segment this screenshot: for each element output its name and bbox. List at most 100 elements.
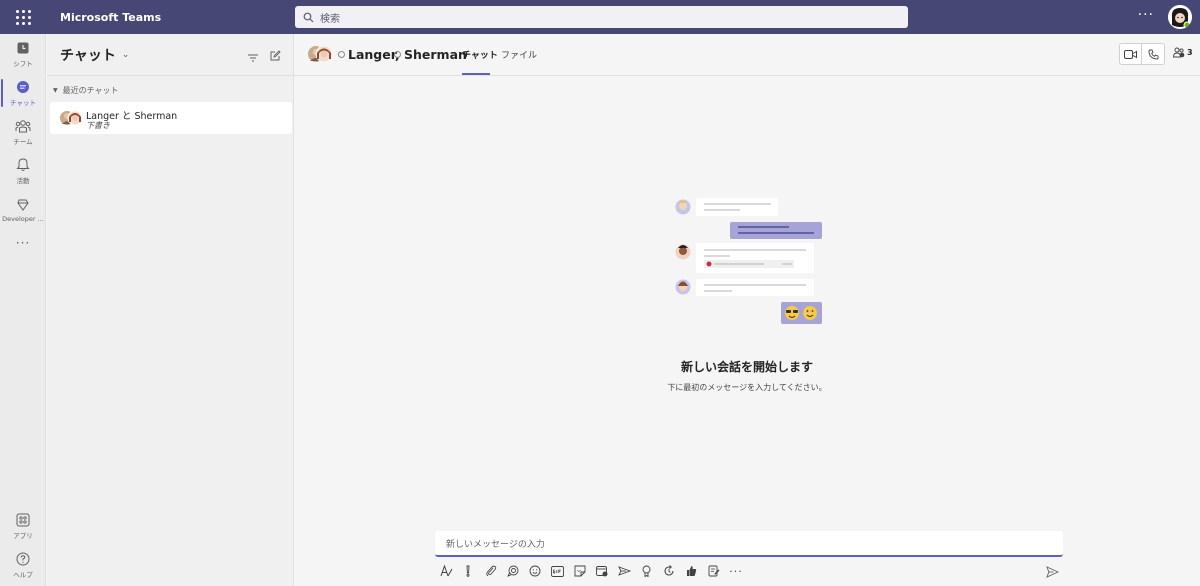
refresh-icon bbox=[664, 565, 674, 576]
participant-sherman[interactable]: Sherman bbox=[394, 47, 467, 62]
updates-button[interactable] bbox=[658, 562, 680, 580]
chat-icon bbox=[17, 80, 29, 93]
top-bar: Microsoft Teams 検索 ··· bbox=[0, 0, 1200, 34]
sticker-button[interactable] bbox=[569, 562, 591, 580]
presence-icon bbox=[394, 51, 401, 58]
schedule-meeting-button[interactable] bbox=[591, 562, 613, 580]
stream-icon bbox=[618, 566, 632, 576]
format-button[interactable] bbox=[435, 562, 457, 580]
stream-button[interactable] bbox=[613, 562, 635, 580]
user-avatar[interactable] bbox=[1168, 5, 1192, 29]
waffle-icon bbox=[15, 9, 31, 25]
help-icon bbox=[16, 552, 30, 565]
audio-call-button[interactable] bbox=[1142, 44, 1164, 64]
rail-label-teams: チーム bbox=[13, 137, 33, 146]
developer-icon bbox=[17, 199, 29, 211]
empty-chat-illustration bbox=[675, 198, 822, 324]
phone-icon bbox=[1148, 49, 1158, 59]
rail-label-developer: Developer ... bbox=[2, 214, 44, 223]
collapse-triangle-icon: ▼ bbox=[53, 87, 58, 94]
message-input-placeholder: 新しいメッセージの入力 bbox=[446, 539, 545, 550]
video-camera-icon bbox=[1124, 49, 1137, 59]
participant-count: 3 bbox=[1187, 48, 1193, 57]
notes-button[interactable] bbox=[703, 562, 725, 580]
filter-button[interactable] bbox=[247, 48, 259, 67]
more-apps-button[interactable]: ··· bbox=[0, 236, 46, 250]
search-icon bbox=[303, 12, 314, 22]
rail-item-apps[interactable]: アプリ bbox=[0, 508, 46, 544]
rail-item-help[interactable]: ヘルプ bbox=[0, 547, 46, 583]
format-icon bbox=[440, 565, 453, 577]
rail-item-developer[interactable]: Developer ... bbox=[0, 192, 46, 228]
empty-state-subtitle: 下に最初のメッセージを入力してください。 bbox=[667, 383, 827, 392]
rail-item-activity[interactable]: 活動 bbox=[0, 153, 46, 189]
rail-label-apps: アプリ bbox=[13, 531, 33, 540]
group-avatar bbox=[308, 43, 333, 65]
chevron-down-icon[interactable]: ⌄ bbox=[122, 50, 130, 60]
rail-item-chat[interactable]: チャット bbox=[0, 75, 46, 111]
calendar-icon bbox=[596, 566, 608, 577]
empty-state-title: 新しい会話を開始します bbox=[680, 360, 813, 374]
send-button[interactable] bbox=[1046, 563, 1060, 582]
attach-button[interactable] bbox=[480, 562, 502, 580]
active-tab-indicator bbox=[462, 73, 490, 75]
rail-item-teams[interactable]: チーム bbox=[0, 114, 46, 150]
paperclip-icon bbox=[486, 565, 496, 577]
rail-item-shifts[interactable]: シフト bbox=[0, 36, 46, 72]
compose-icon bbox=[270, 50, 281, 61]
search-placeholder: 検索 bbox=[320, 13, 340, 25]
search-input[interactable]: 検索 bbox=[295, 6, 908, 28]
section-recent-chats[interactable]: ▼ 最近のチャット bbox=[53, 85, 119, 96]
message-input[interactable]: 新しいメッセージの入力 bbox=[435, 531, 1063, 557]
emoji-button[interactable] bbox=[524, 562, 546, 580]
chat-list-item[interactable]: Langer と Sherman 下書き bbox=[50, 102, 292, 134]
shifts-icon bbox=[17, 42, 29, 53]
filter-icon bbox=[248, 54, 258, 62]
approvals-icon bbox=[687, 566, 697, 576]
sticker-icon bbox=[574, 565, 586, 577]
people-icon bbox=[1173, 47, 1185, 58]
chat-list-pane: チャット ⌄ ▼ 最近のチャット Langer と Sherman 下書き bbox=[47, 34, 294, 586]
rail-label-chat: チャット bbox=[10, 98, 36, 107]
app-rail: シフト チャット チーム 活動 Developer ... ··· アプリ ヘル… bbox=[0, 34, 46, 586]
participant-langer[interactable]: Langer, bbox=[338, 47, 400, 62]
group-avatar bbox=[60, 108, 83, 128]
bell-icon bbox=[16, 158, 30, 171]
presence-icon bbox=[338, 51, 345, 58]
app-title: Microsoft Teams bbox=[60, 10, 162, 24]
chat-item-preview: 下書き bbox=[86, 121, 110, 130]
participants-button[interactable]: 3 bbox=[1173, 47, 1193, 58]
settings-more-button[interactable]: ··· bbox=[1138, 8, 1154, 22]
notes-icon bbox=[708, 565, 720, 577]
rail-label-shifts: シフト bbox=[13, 59, 33, 68]
chat-list-title[interactable]: チャット bbox=[60, 45, 116, 65]
rail-label-help: ヘルプ bbox=[13, 570, 33, 579]
new-chat-button[interactable] bbox=[269, 47, 281, 66]
tab-chat[interactable]: チャット bbox=[462, 48, 498, 61]
praise-button[interactable] bbox=[636, 562, 658, 580]
more-icon: ··· bbox=[729, 564, 743, 578]
rail-label-activity: 活動 bbox=[16, 177, 30, 185]
approvals-button[interactable] bbox=[680, 562, 702, 580]
participant-name: Sherman bbox=[404, 47, 467, 62]
praise-icon bbox=[642, 565, 651, 577]
video-call-button[interactable] bbox=[1120, 44, 1142, 64]
gif-icon bbox=[551, 565, 565, 577]
conversation-pane: Langer, Sherman チャット ファイル 3 新しい会話を開始します … bbox=[294, 34, 1200, 586]
call-buttons bbox=[1119, 43, 1165, 65]
send-icon bbox=[1046, 566, 1060, 578]
tab-files[interactable]: ファイル bbox=[501, 48, 537, 61]
compose-toolbar: ··· bbox=[435, 562, 1063, 580]
gif-button[interactable] bbox=[546, 562, 568, 580]
section-label: 最近のチャット bbox=[62, 86, 119, 95]
teams-icon bbox=[15, 119, 31, 132]
participant-name: Langer, bbox=[348, 47, 400, 62]
priority-button[interactable] bbox=[457, 562, 479, 580]
more-options-button[interactable]: ··· bbox=[725, 562, 747, 580]
conversation-header: Langer, Sherman チャット ファイル 3 bbox=[294, 34, 1200, 76]
loop-button[interactable] bbox=[502, 562, 524, 580]
exclamation-icon bbox=[466, 565, 470, 577]
app-launcher-button[interactable] bbox=[0, 0, 46, 34]
apps-icon bbox=[16, 513, 30, 526]
emoji-icon bbox=[529, 565, 541, 577]
